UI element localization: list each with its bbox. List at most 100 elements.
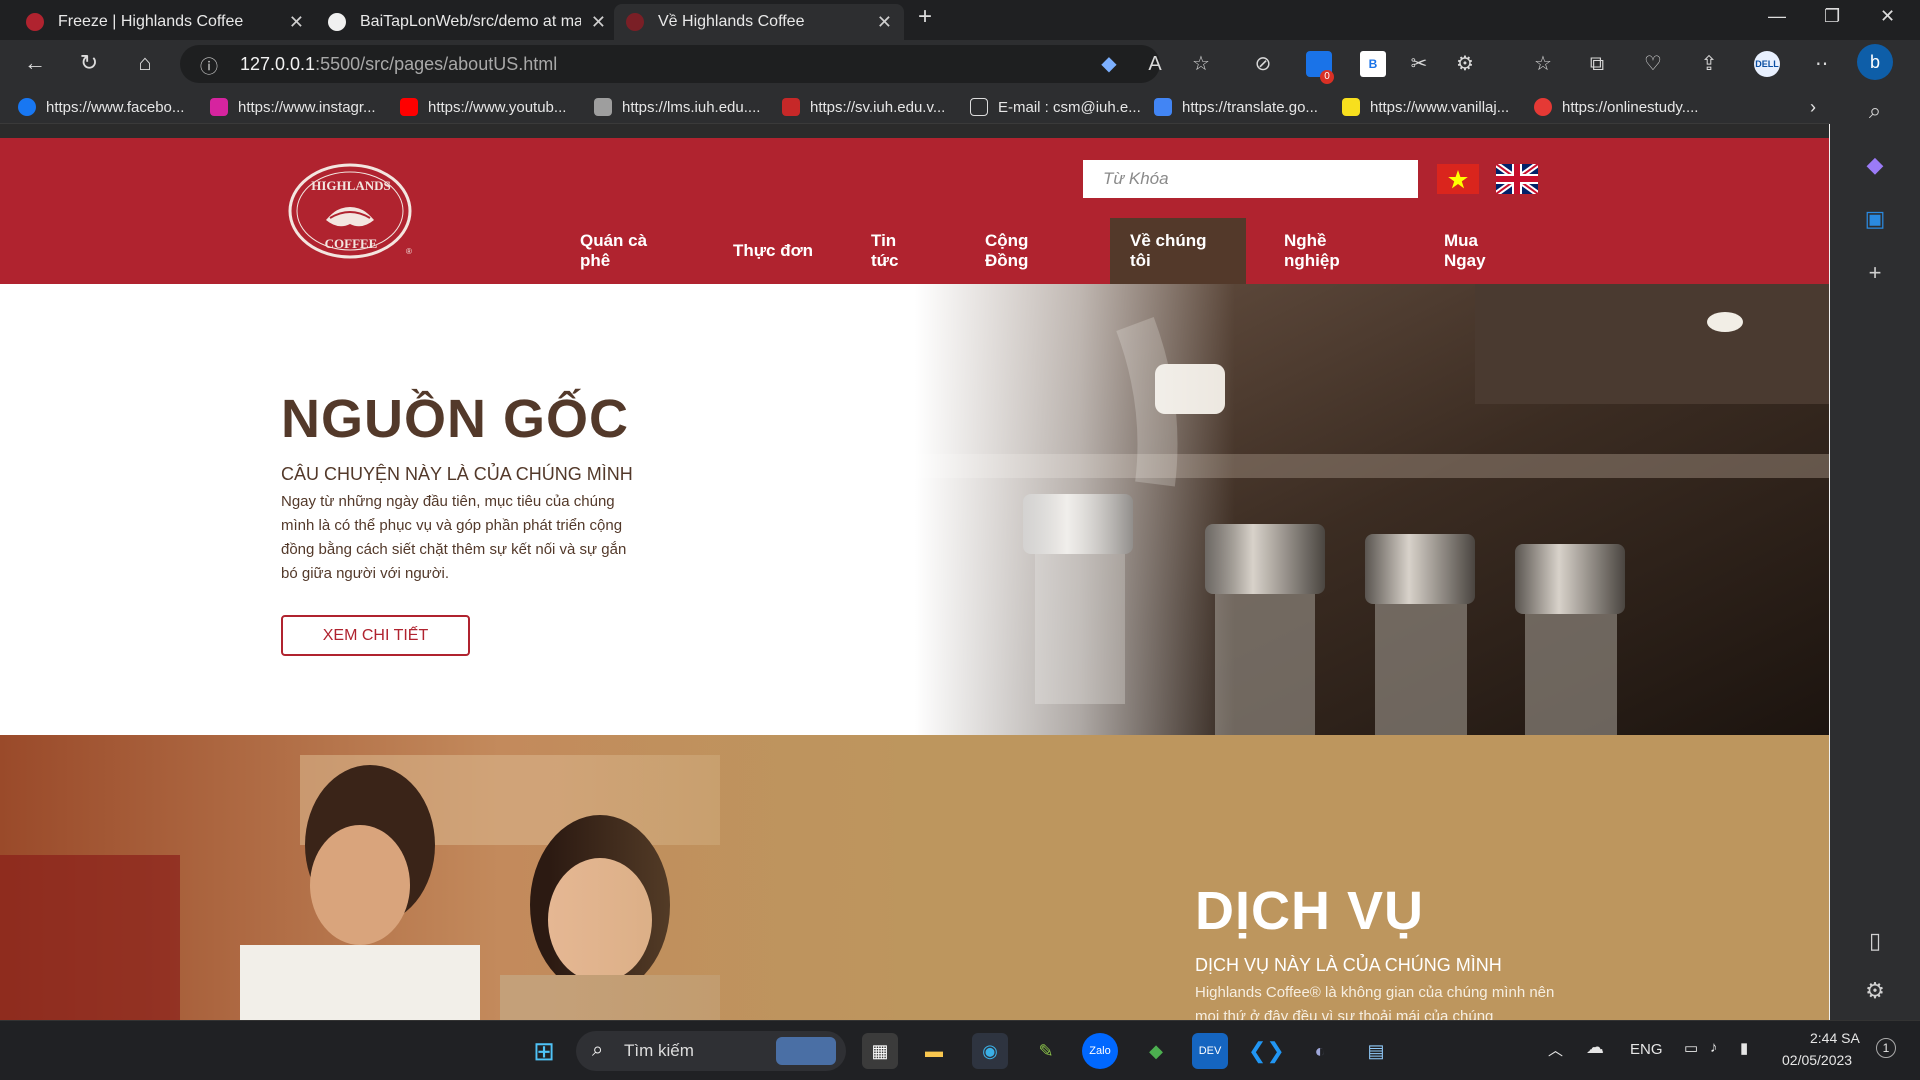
extension-b-icon[interactable]: B — [1360, 51, 1386, 77]
close-window-icon[interactable]: ✕ — [1880, 6, 1895, 27]
bookmark-vanillajs[interactable]: https://www.vanillaj... — [1342, 96, 1509, 118]
onedrive-icon[interactable]: ☁ — [1586, 1037, 1604, 1058]
extension-puzzle-x-icon[interactable]: ✂ — [1406, 51, 1432, 77]
site-search-input[interactable] — [1083, 160, 1418, 198]
tab-github[interactable]: BaiTapLonWeb/src/demo at main ✕ — [316, 4, 618, 40]
site-header: HIGHLANDS COFFEE ® Quán cà phê Thực đơn … — [0, 138, 1829, 284]
translate-icon — [1154, 98, 1172, 116]
document-icon — [970, 98, 988, 116]
youtube-icon — [400, 98, 418, 116]
file-explorer-icon[interactable]: ▬ — [916, 1033, 952, 1069]
image-viewer-icon[interactable]: ▤ — [1358, 1033, 1394, 1069]
bookmark-label: https://onlinestudy.... — [1562, 98, 1699, 116]
bookmark-lms[interactable]: https://lms.iuh.edu.... — [594, 96, 760, 118]
coffee-brewing-image — [915, 284, 1829, 735]
tab-about-highlands[interactable]: Về Highlands Coffee ✕ — [614, 4, 904, 40]
mongodb-icon[interactable]: ◆ — [1138, 1033, 1174, 1069]
clock-time[interactable]: 2:44 SA — [1810, 1030, 1860, 1046]
address-bar-row: ← ↻ ⌂ ⓘ 127.0.0.1:5500/src/pages/aboutUS… — [0, 40, 1920, 88]
app-tools-icon[interactable]: ✎ — [1028, 1033, 1064, 1069]
input-language[interactable]: ENG — [1630, 1041, 1663, 1058]
search-icon[interactable]: ⌕ — [1860, 98, 1890, 128]
sidebar-settings-icon[interactable]: ⚙ — [1860, 978, 1890, 1008]
eclipse-icon[interactable]: ◐ — [1302, 1033, 1338, 1069]
highlands-favicon-icon — [26, 13, 44, 31]
share-icon[interactable]: ⇪ — [1696, 51, 1722, 77]
favorites-icon[interactable]: ☆ — [1530, 51, 1556, 77]
page-top-gap — [0, 124, 1829, 138]
notification-icon[interactable]: 1 — [1876, 1038, 1896, 1058]
nav-buy-now[interactable]: Mua Ngay — [1424, 218, 1538, 284]
nav-cafes[interactable]: Quán cà phê — [560, 218, 692, 284]
new-tab-icon[interactable]: + — [918, 3, 932, 31]
tray-overflow-icon[interactable]: ︿ — [1548, 1039, 1563, 1060]
search-icon: ⌕ — [592, 1039, 604, 1061]
devc-icon[interactable]: DEV — [1192, 1033, 1228, 1069]
outlook-icon[interactable]: ▣ — [1860, 206, 1890, 236]
bookmark-facebook[interactable]: https://www.facebo... — [18, 96, 184, 118]
close-tab-icon[interactable]: ✕ — [289, 12, 304, 33]
battery-icon[interactable]: ▮ — [1740, 1039, 1748, 1057]
bookmark-instagram[interactable]: https://www.instagr... — [210, 96, 376, 118]
network-icon[interactable]: ▭ — [1684, 1039, 1698, 1057]
nav-community[interactable]: Cộng Đồng — [965, 218, 1091, 284]
bookmarks-overflow-icon[interactable]: › — [1810, 96, 1816, 118]
tab-strip: Freeze | Highlands Coffee ✕ BaiTapLonWeb… — [0, 0, 1920, 40]
add-favorite-icon[interactable]: ☆ — [1188, 51, 1214, 77]
nav-label: Mua Ngay — [1444, 231, 1486, 270]
bookmark-sv-iuh[interactable]: https://sv.iuh.edu.v... — [782, 96, 945, 118]
read-aloud-icon[interactable]: A — [1142, 51, 1168, 77]
logo-text-bottom: COFFEE — [325, 236, 378, 251]
browser-essentials-icon[interactable]: ♡ — [1640, 51, 1666, 77]
nav-label: Thực đơn — [732, 241, 814, 260]
page-viewport: HIGHLANDS COFFEE ® Quán cà phê Thực đơn … — [0, 124, 1829, 1020]
origin-description: Ngay từ những ngày đầu tiên, mục tiêu củ… — [281, 493, 627, 582]
profile-avatar[interactable]: DELL — [1754, 51, 1780, 77]
view-details-button[interactable]: XEM CHI TIẾT — [281, 615, 470, 656]
taskbar-search[interactable]: ⌕ Tìm kiếm — [576, 1031, 846, 1071]
url-field[interactable]: ⓘ 127.0.0.1:5500/src/pages/aboutUS.html — [180, 45, 1160, 83]
tab-title: BaiTapLonWeb/src/demo at main — [360, 13, 581, 30]
nav-news[interactable]: Tin tức — [851, 218, 947, 284]
javascript-icon — [1342, 98, 1360, 116]
nav-careers[interactable]: Nghề nghiệp — [1264, 218, 1404, 284]
home-icon[interactable]: ⌂ — [130, 50, 160, 76]
bookmark-onlinestudy[interactable]: https://onlinestudy.... — [1534, 96, 1698, 118]
highlands-logo[interactable]: HIGHLANDS COFFEE ® — [288, 162, 414, 260]
site-info-icon[interactable]: ⓘ — [200, 53, 218, 79]
services-section: DỊCH VỤ DỊCH VỤ NÀY LÀ CỦA CHÚNG MÌNH Hi… — [0, 735, 1829, 1020]
zalo-icon[interactable]: Zalo — [1082, 1033, 1118, 1069]
reload-icon[interactable]: ↻ — [74, 50, 104, 76]
bookmark-translate[interactable]: https://translate.go... — [1154, 96, 1318, 118]
edge-browser-icon[interactable]: ◉ — [972, 1033, 1008, 1069]
nav-menu[interactable]: Thực đơn — [712, 218, 834, 284]
logo-mark: ® — [406, 247, 412, 256]
nav-about-us[interactable]: Về chúng tôi — [1110, 218, 1246, 284]
hide-sidebar-icon[interactable]: ▯ — [1860, 928, 1890, 958]
bookmark-email[interactable]: E-mail : csm@iuh.e... — [970, 96, 1141, 118]
clock-date[interactable]: 02/05/2023 — [1782, 1052, 1852, 1068]
minimize-icon[interactable]: — — [1768, 6, 1786, 27]
tab-freeze[interactable]: Freeze | Highlands Coffee ✕ — [14, 4, 316, 40]
bookmark-label: https://www.instagr... — [238, 98, 376, 116]
volume-icon[interactable]: ♪ — [1710, 1039, 1718, 1056]
bookmark-youtube[interactable]: https://www.youtub... — [400, 96, 566, 118]
highlands-favicon-icon — [626, 13, 644, 31]
extension-compass-icon[interactable]: ⊘ — [1250, 51, 1276, 77]
copilot-bing-icon[interactable]: b — [1857, 44, 1893, 80]
microsoft-store-icon[interactable]: ▦ — [862, 1033, 898, 1069]
extensions-icon[interactable]: ⚙ — [1452, 51, 1478, 77]
close-tab-icon[interactable]: ✕ — [591, 12, 606, 33]
vietnam-flag-icon[interactable] — [1437, 164, 1479, 194]
add-sidebar-app-icon[interactable]: + — [1860, 260, 1890, 290]
uk-flag-icon[interactable] — [1496, 164, 1538, 194]
coupon-icon[interactable]: ◆ — [1096, 51, 1122, 77]
windows-start-icon[interactable]: ⊞ — [526, 1033, 562, 1069]
copilot-icon[interactable]: ◆ — [1860, 152, 1890, 182]
collections-icon[interactable]: ⧉ — [1584, 51, 1610, 77]
vscode-icon[interactable]: ❮❯ — [1248, 1033, 1285, 1069]
back-icon[interactable]: ← — [20, 50, 50, 76]
tab-title: Freeze | Highlands Coffee — [58, 13, 244, 30]
close-tab-icon[interactable]: ✕ — [877, 12, 892, 33]
restore-icon[interactable]: ❐ — [1824, 6, 1840, 27]
